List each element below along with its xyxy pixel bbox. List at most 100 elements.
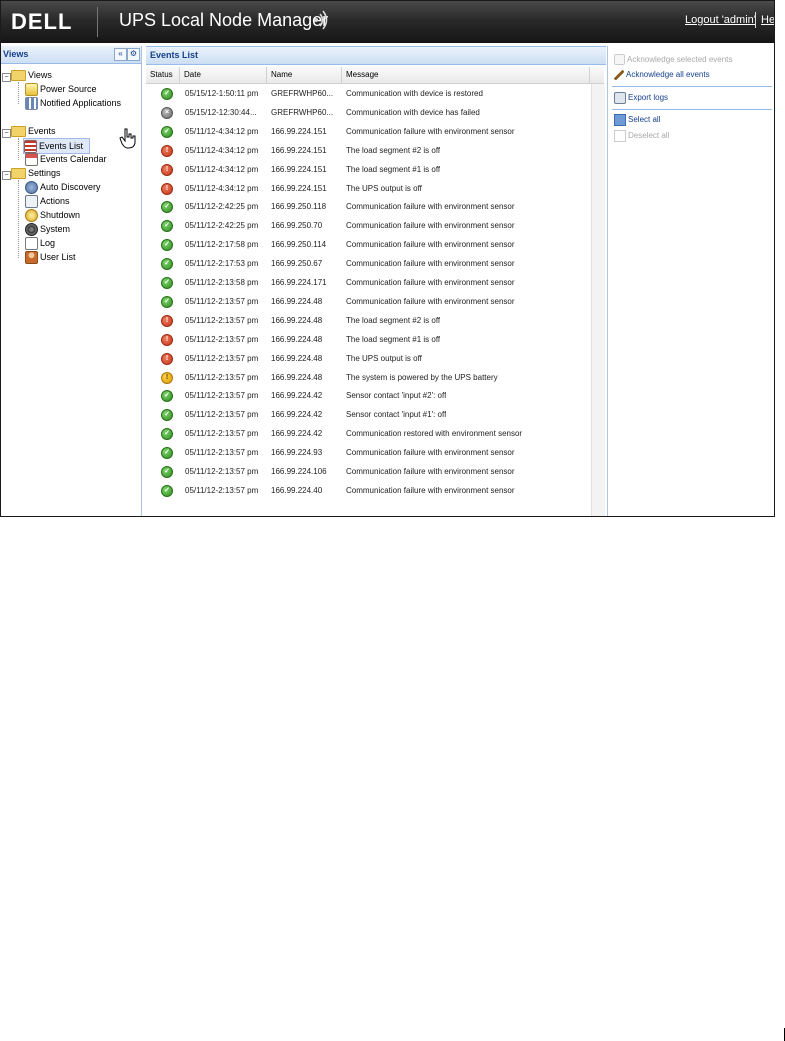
pointer-icon [614, 54, 625, 66]
table-row[interactable]: ! 05/11/12-2:13:57 pm 166.99.224.48 The sys… [146, 368, 591, 387]
tree-folder-events[interactable]: Events [11, 124, 56, 138]
calendar-icon [25, 153, 38, 167]
gear-icon [25, 223, 38, 237]
events-grid-header: Status Date Name Message [146, 67, 604, 84]
date-cell: 05/11/12-2:13:57 pm [185, 429, 259, 439]
status-err-icon: ! [161, 352, 173, 365]
app-title: UPS Local Node Manager [119, 10, 329, 30]
table-row[interactable]: ✓ 05/11/12-2:13:57 pm 166.99.224.106 Commun… [146, 462, 591, 481]
date-cell: 05/11/12-2:17:58 pm [185, 240, 259, 250]
table-row[interactable]: ✓ 05/11/12-2:13:57 pm 166.99.224.42 Sensor … [146, 405, 591, 424]
tree-item-auto-discovery[interactable]: Auto Discovery [25, 180, 101, 195]
dell-logo: DELL [11, 9, 73, 34]
message-cell: The UPS output is off [346, 183, 422, 193]
table-row[interactable]: ! 05/11/12-2:13:57 pm 166.99.224.48 The UPS… [146, 349, 591, 368]
tree-label: Power Source [40, 84, 97, 94]
table-row[interactable]: ✓ 05/11/12-2:13:57 pm 166.99.224.48 Communi… [146, 292, 591, 311]
column-header-status[interactable]: Status [146, 67, 180, 83]
table-row[interactable]: ✓ 05/11/12-2:17:53 pm 166.99.250.67 Communi… [146, 254, 591, 273]
table-row[interactable]: ✓ 05/11/12-2:42:25 pm 166.99.250.118 Commun… [146, 197, 591, 216]
tree-item-user-list[interactable]: User List [25, 250, 76, 265]
name-cell: 166.99.224.151 [271, 126, 327, 136]
logout-link[interactable]: Logout 'admin' [685, 14, 756, 26]
acknowledge-selected-events-button[interactable]: Acknowledge selected events [614, 53, 732, 67]
table-row[interactable]: ✓ 05/11/12-2:13:57 pm 166.99.224.93 Communi… [146, 443, 591, 462]
views-panel-header: Views « ⚙ [1, 46, 141, 64]
tree-folder-views[interactable]: Views [11, 68, 52, 82]
action-label: Acknowledge selected events [627, 55, 733, 64]
status-ok-icon: ✓ [161, 88, 173, 100]
tree-label: System [40, 224, 71, 234]
acknowledge-all-events-button[interactable]: Acknowledge all events [614, 68, 710, 82]
name-cell: 166.99.224.48 [271, 353, 323, 363]
header-divider [97, 7, 98, 37]
status-ok-icon: ✓ [161, 390, 173, 403]
table-row[interactable]: ! 05/11/12-2:13:57 pm 166.99.224.48 The loa… [146, 330, 591, 349]
name-cell: 166.99.224.151 [271, 183, 327, 193]
tree-label: User List [40, 252, 76, 262]
settings-icon[interactable]: ⚙ [127, 48, 140, 61]
table-row[interactable]: × 05/15/12-12:30:44... GREFRWHP60... Commun… [146, 103, 591, 122]
collapse-toggle-icon[interactable]: − [2, 129, 11, 138]
actions-divider [612, 109, 772, 110]
tree-label: Auto Discovery [40, 182, 101, 192]
power-source-icon [25, 83, 38, 97]
tree-item-power-source[interactable]: Power Source [25, 82, 97, 97]
date-cell: 05/11/12-2:13:57 pm [185, 485, 259, 495]
column-header-date[interactable]: Date [180, 67, 267, 83]
status-err-icon: ! [161, 163, 173, 176]
name-cell: 166.99.224.48 [271, 315, 323, 325]
discovery-icon [25, 181, 38, 195]
views-panel: Views « ⚙ − Views Power Source Notified … [1, 46, 142, 516]
message-cell: The load segment #2 is off [346, 145, 441, 155]
events-scrollbar[interactable] [591, 84, 605, 516]
table-row[interactable]: ✓ 05/11/12-2:13:57 pm 166.99.224.40 Communi… [146, 481, 591, 500]
tree-item-log[interactable]: Log [25, 236, 56, 251]
name-cell: 166.99.224.48 [271, 372, 323, 382]
table-row[interactable]: ! 05/11/12-2:13:57 pm 166.99.224.48 The loa… [146, 311, 591, 330]
tree-item-notified-applications[interactable]: Notified Applications [25, 96, 121, 111]
actions-divider [612, 86, 772, 87]
export-logs-button[interactable]: Export logs [614, 91, 668, 105]
tree-item-actions[interactable]: Actions [25, 194, 70, 209]
status-err-icon: ! [161, 182, 173, 195]
status-ok-icon: ✓ [161, 258, 173, 271]
select-all-button[interactable]: Select all [614, 113, 660, 127]
table-row[interactable]: ✓ 05/11/12-2:17:58 pm 166.99.250.114 Commun… [146, 235, 591, 254]
tree-item-system[interactable]: System [25, 222, 71, 237]
collapse-toggle-icon[interactable]: − [2, 73, 11, 82]
table-row[interactable]: ✓ 05/11/12-2:13:57 pm 166.99.224.42 Communi… [146, 424, 591, 443]
help-link[interactable]: He [761, 14, 774, 26]
tree-item-events-calendar[interactable]: Events Calendar [25, 152, 107, 167]
app-window: DELL UPS Local Node Manager Logout 'admi… [0, 0, 775, 517]
tree-item-shutdown[interactable]: Shutdown [25, 208, 80, 223]
events-panel: Events List Status Date Name Message ✓ 05… [146, 46, 606, 516]
date-cell: 05/15/12-12:30:44... [185, 107, 257, 117]
table-row[interactable]: ✓ 05/11/12-2:42:25 pm 166.99.250.70 Communi… [146, 216, 591, 235]
table-row[interactable]: ! 05/11/12-4:34:12 pm 166.99.224.151 The UP… [146, 179, 591, 198]
date-cell: 05/11/12-4:34:12 pm [185, 145, 259, 155]
tree-connector [18, 138, 19, 160]
collapse-toggle-icon[interactable]: − [2, 171, 11, 180]
table-row[interactable]: ✓ 05/11/12-4:34:12 pm 166.99.224.151 Commun… [146, 122, 591, 141]
name-cell: 166.99.250.70 [271, 221, 323, 231]
message-cell: The load segment #2 is off [346, 315, 441, 325]
table-row[interactable]: ✓ 05/11/12-2:13:57 pm 166.99.224.42 Sensor … [146, 386, 591, 405]
column-header-name[interactable]: Name [267, 67, 342, 83]
tree-folder-settings[interactable]: Settings [11, 166, 61, 180]
table-row[interactable]: ✓ 05/11/12-2:13:58 pm 166.99.224.171 Commun… [146, 273, 591, 292]
date-cell: 05/15/12-1:50:11 pm [185, 89, 259, 98]
status-fail-icon: × [161, 106, 173, 119]
action-label: Acknowledge all events [626, 70, 710, 79]
message-cell: Communication failure with environment s… [346, 202, 515, 212]
status-ok-icon: ✓ [161, 484, 173, 497]
table-row[interactable]: ! 05/11/12-4:34:12 pm 166.99.224.151 The lo… [146, 160, 591, 179]
status-ok-icon: ✓ [161, 239, 173, 252]
table-row[interactable]: ! 05/11/12-4:34:12 pm 166.99.224.151 The lo… [146, 141, 591, 160]
name-cell: 166.99.250.67 [271, 259, 323, 269]
collapse-icon[interactable]: « [114, 48, 127, 61]
column-header-message[interactable]: Message [342, 67, 590, 83]
deselect-all-button[interactable]: Deselect all [614, 129, 669, 143]
table-row[interactable]: ✓ 05/15/12-1:50:11 pm GREFRWHP60... Communi… [146, 84, 591, 103]
tree-label: Log [40, 238, 56, 248]
